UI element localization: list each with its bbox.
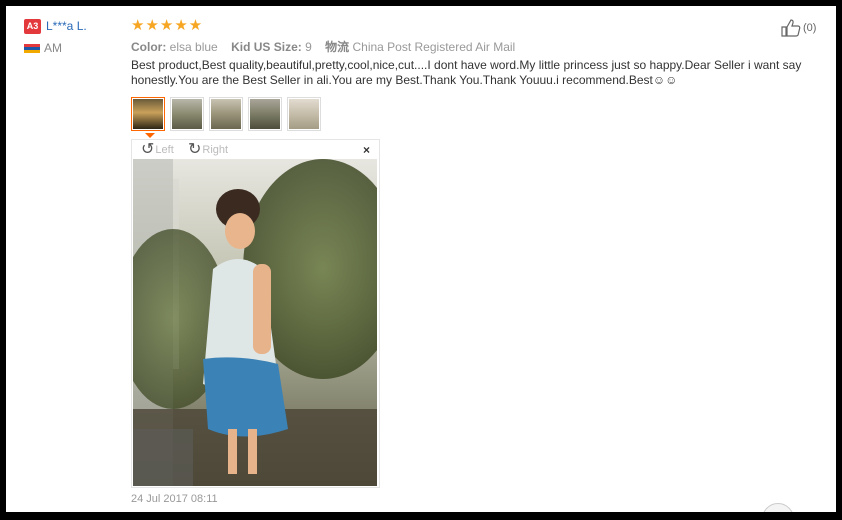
color-value: elsa blue: [169, 40, 218, 54]
size-value: 9: [305, 40, 312, 54]
helpful-button[interactable]: (0): [781, 19, 816, 37]
rotate-right-label: Right: [202, 144, 229, 156]
shipping-label: 物流: [325, 40, 350, 54]
order-info: Color: elsa blue Kid US Size: 9 物流 China…: [131, 38, 525, 55]
size-label: Kid US Size:: [231, 40, 302, 54]
thumbs-up-icon[interactable]: [781, 19, 801, 37]
review-text: Best product,Best quality,beautiful,pret…: [131, 58, 802, 87]
rotate-right-button[interactable]: ↻ Right: [188, 142, 228, 158]
photo-viewer-toolbar: ↺ Left ↻ Right ×: [132, 140, 379, 159]
review-card: A3 L***a L. AM ★★★★★ Color: elsa blue Ki…: [6, 6, 836, 512]
rating-stars: ★★★★★: [131, 17, 204, 34]
user-name-link[interactable]: L***a L.: [46, 19, 87, 33]
photo-thumbnail[interactable]: [131, 97, 165, 131]
photo-viewer: ↺ Left ↻ Right ×: [131, 139, 380, 488]
helpful-count: (0): [803, 22, 817, 34]
selected-thumbnail-arrow: [145, 133, 155, 138]
rotate-left-icon[interactable]: ↺: [141, 142, 154, 158]
rotate-left-button[interactable]: ↺ Left: [141, 142, 174, 158]
review-date: 24 Jul 2017 08:11: [131, 493, 218, 505]
shipping-value: China Post Registered Air Mail: [352, 40, 516, 54]
review-photo-thumbnails: [131, 97, 321, 131]
country-flag-icon: [24, 44, 40, 53]
photo-thumbnail[interactable]: [248, 97, 282, 131]
close-icon[interactable]: ×: [363, 143, 370, 157]
rotate-right-icon[interactable]: ↻: [188, 142, 201, 158]
user-country: AM: [44, 41, 62, 55]
color-label: Color:: [131, 40, 167, 54]
review-photo: [133, 159, 377, 486]
user-level-badge: A3: [24, 19, 41, 34]
photo-thumbnail[interactable]: [170, 97, 204, 131]
photo-thumbnail[interactable]: [287, 97, 321, 131]
photo-thumbnail[interactable]: [209, 97, 243, 131]
review-photo-image: [133, 159, 377, 486]
rotate-left-label: Left: [155, 144, 174, 156]
scroll-to-top-button[interactable]: [762, 503, 794, 512]
